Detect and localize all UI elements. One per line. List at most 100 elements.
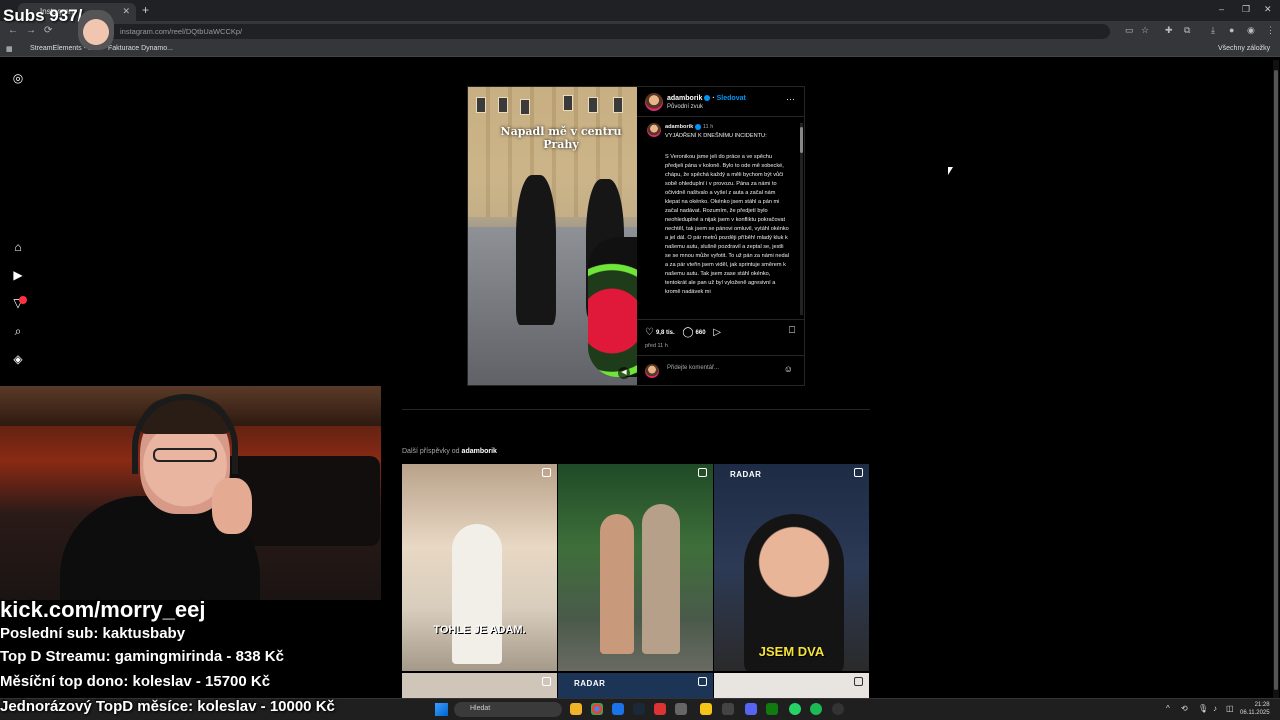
- reel-video[interactable]: Napadl mě v centru Prahy ◀: [468, 87, 637, 385]
- system-clock[interactable]: 21:28 06.11.2025: [1240, 701, 1270, 717]
- minimize-icon[interactable]: –: [1219, 4, 1224, 14]
- search-icon[interactable]: ⌕: [11, 324, 25, 338]
- attacker-figure: [516, 175, 556, 325]
- menu-icon[interactable]: ⋮: [1266, 25, 1275, 36]
- reel-icon: [542, 468, 551, 477]
- all-bookmarks[interactable]: Všechny záložky: [1218, 45, 1270, 52]
- grid-post[interactable]: RADAR JSEM DVA: [714, 464, 869, 671]
- comment-icon[interactable]: ◯: [682, 327, 693, 338]
- caption-time: 11 h: [702, 124, 714, 130]
- instagram-logo-icon[interactable]: ◎: [11, 71, 25, 85]
- app-icon[interactable]: [700, 703, 712, 715]
- browser-tabbar: Instagram ✕ + – ❐ ✕: [0, 0, 1280, 21]
- streamer-hand: [212, 478, 252, 534]
- bookmark-fakturace[interactable]: Fakturace Dynamo...: [108, 45, 173, 52]
- last-sub: Poslední sub: kaktusbaby: [0, 625, 186, 642]
- cast-icon[interactable]: ▭: [1125, 25, 1134, 36]
- xbox-icon[interactable]: [766, 703, 778, 715]
- person-figure: [452, 524, 502, 664]
- save-icon[interactable]: ⎕: [789, 325, 795, 336]
- grid-caption: JSEM DVA: [758, 644, 825, 659]
- close-window-icon[interactable]: ✕: [1264, 4, 1272, 15]
- clock-date: 06.11.2025: [1240, 710, 1270, 716]
- like-icon[interactable]: ♡: [645, 327, 654, 338]
- bookmark-star-icon[interactable]: ☆: [1141, 25, 1149, 36]
- grid-post[interactable]: [558, 464, 713, 671]
- comment-input[interactable]: Přidejte komentář...: [667, 365, 819, 371]
- caption-username[interactable]: adamborik: [665, 124, 693, 130]
- kick-channel: kick.com/morry_eej: [0, 597, 206, 622]
- verified-icon: [704, 95, 711, 102]
- explore-icon[interactable]: ◈: [11, 352, 25, 366]
- download-icon[interactable]: ⤓: [1211, 25, 1215, 36]
- top-donor: Top D Streamu: gamingmirinda - 838 Kč: [0, 648, 284, 665]
- post-sidebar: adamborik · Sledovat Původní zvuk ··· ad…: [637, 87, 805, 385]
- grid-post[interactable]: [714, 673, 869, 698]
- tray-icon[interactable]: ⟲: [1181, 704, 1188, 713]
- avatar[interactable]: [647, 123, 661, 137]
- more-options-icon[interactable]: ···: [786, 94, 795, 104]
- tray-chevron-icon[interactable]: ^: [1166, 704, 1170, 713]
- follow-button[interactable]: Sledovat: [717, 95, 746, 102]
- caption-scroll-thumb[interactable]: [800, 127, 803, 153]
- address-bar[interactable]: instagram.com/reel/DQtbUaWCCKp/: [80, 24, 1110, 39]
- share-icon[interactable]: ▷: [713, 327, 721, 338]
- puzzle-icon[interactable]: ⧉: [1184, 25, 1190, 36]
- extension-icon[interactable]: ✚: [1165, 25, 1173, 36]
- mute-icon[interactable]: ◀: [618, 367, 630, 379]
- reels-icon[interactable]: ▶: [11, 268, 25, 282]
- tab-close-icon[interactable]: ✕: [122, 6, 130, 17]
- app-icon[interactable]: [832, 703, 844, 715]
- person-figure: [600, 514, 634, 654]
- app-icon[interactable]: [722, 703, 734, 715]
- audio-label[interactable]: Původní zvuk: [667, 104, 703, 110]
- discord-icon[interactable]: [745, 703, 757, 715]
- caption-title: VYJÁDŘENÍ K DNEŠNÍMU INCIDENTU:: [665, 133, 767, 139]
- page-scrollbar[interactable]: [1273, 60, 1279, 700]
- reload-icon[interactable]: ⟳: [44, 25, 52, 36]
- reel-icon: [698, 468, 707, 477]
- grid-post[interactable]: [402, 673, 557, 698]
- more-posts-label: Další příspěvky od: [402, 448, 460, 455]
- author-username[interactable]: adamborik: [667, 95, 702, 102]
- emoji-icon[interactable]: ☺: [784, 364, 793, 374]
- new-tab-button[interactable]: +: [142, 3, 149, 17]
- video-overlay-text: Napadl mě v centru Prahy: [500, 125, 622, 151]
- streamer-avatar: [78, 10, 114, 50]
- maximize-icon[interactable]: ❐: [1242, 4, 1250, 15]
- comment-count: 660: [695, 329, 706, 336]
- divider: [637, 355, 805, 356]
- volume-icon[interactable]: ♪: [1213, 704, 1217, 713]
- profile-icon[interactable]: ●: [1229, 25, 1234, 35]
- caption: adamborik 11 h VYJÁDŘENÍ K DNEŠNÍMU INCI…: [645, 123, 797, 315]
- forward-icon[interactable]: →: [26, 25, 36, 36]
- window: [498, 97, 508, 113]
- network-icon[interactable]: ◫: [1226, 704, 1234, 713]
- chrome-icon[interactable]: [591, 703, 603, 715]
- edge-icon[interactable]: [612, 703, 624, 715]
- grid-post[interactable]: TOHLE JE ADAM.: [402, 464, 557, 671]
- page-scroll-thumb[interactable]: [1274, 70, 1278, 690]
- post-dialog: Napadl mě v centru Prahy ◀ adamborik · S…: [467, 86, 805, 386]
- apps-icon[interactable]: ▦: [6, 45, 13, 53]
- more-posts-heading: Další příspěvky od adamborik: [402, 448, 497, 455]
- grid-post[interactable]: RADAR: [558, 673, 713, 698]
- account-icon[interactable]: ◉: [1247, 25, 1255, 36]
- steam-icon[interactable]: [633, 703, 645, 715]
- back-icon[interactable]: ←: [8, 25, 18, 36]
- whatsapp-icon[interactable]: [789, 703, 801, 715]
- mic-icon[interactable]: 🎙: [1198, 704, 1208, 713]
- taskbar-search[interactable]: Hledat: [454, 702, 562, 717]
- subs-counter: Subs 937/: [3, 6, 83, 25]
- more-posts-user[interactable]: adamborik: [462, 448, 497, 455]
- home-icon[interactable]: ⌂: [11, 240, 25, 254]
- mouse-cursor: [948, 167, 953, 175]
- spotify-icon[interactable]: [810, 703, 822, 715]
- start-button[interactable]: [435, 703, 448, 716]
- avatar[interactable]: [645, 93, 663, 111]
- app-icon[interactable]: [675, 703, 687, 715]
- file-explorer-icon[interactable]: [570, 703, 582, 715]
- reel-icon: [854, 468, 863, 477]
- one-time-top: Jednorázový TopD měsíce: koleslav - 1000…: [0, 698, 335, 715]
- app-icon[interactable]: [654, 703, 666, 715]
